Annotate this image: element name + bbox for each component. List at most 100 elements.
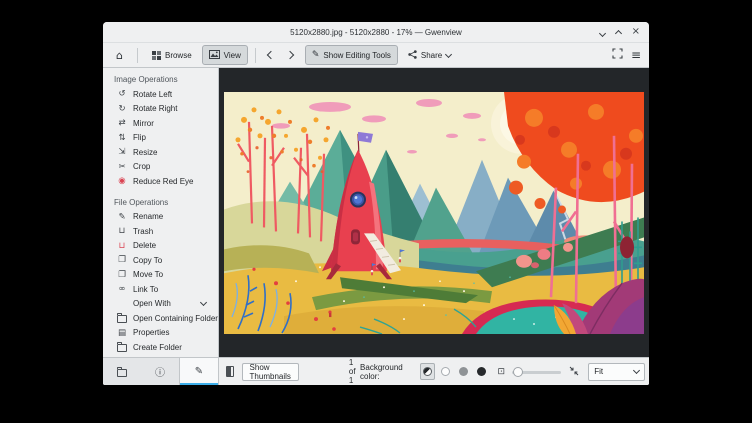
move-icon: ❐ (117, 270, 127, 280)
folder-icon (117, 369, 127, 377)
sidebar-item-crop[interactable]: ✂ Crop (103, 160, 218, 175)
chevron-down-icon (633, 367, 640, 374)
sidebar-item-flip[interactable]: ⇅ Flip (103, 131, 218, 146)
back-button[interactable] (263, 46, 279, 64)
minimize-button[interactable] (600, 23, 605, 41)
item-label: Crop (133, 162, 150, 171)
info-icon: ⓘ (155, 364, 165, 379)
zoom-fit-icon[interactable]: ⊡ (497, 367, 505, 377)
image-canvas (224, 92, 644, 334)
sidebar-item-open-containing-folder[interactable]: Open Containing Folder (103, 311, 218, 326)
item-label: Resize (133, 148, 157, 157)
sidebar-item-rotate-right[interactable]: ↻ Rotate Right (103, 102, 218, 117)
show-editing-tools-button[interactable]: ✎ Show Editing Tools (305, 45, 398, 65)
toggle-sidebar-button[interactable] (226, 366, 234, 377)
sidebar-tabbar: ⓘ ✎ (103, 358, 219, 385)
sidebar-item-copy-to[interactable]: ❐ Copy To (103, 253, 218, 268)
sidebar-item-open-with[interactable]: Open With (103, 297, 218, 312)
content-area: Image Operations ↺ Rotate Left ↻ Rotate … (103, 68, 649, 357)
item-label: Rotate Left (133, 90, 172, 99)
chevron-down-icon (445, 50, 452, 57)
sidebar-item-delete[interactable]: ⊔ Delete (103, 239, 218, 254)
close-button[interactable]: × (632, 27, 640, 37)
resize-icon: ⇲ (117, 147, 127, 157)
item-label: Create Folder (133, 343, 182, 352)
share-icon (408, 50, 417, 61)
share-label: Share (421, 51, 442, 60)
sidebar-item-mirror[interactable]: ⇄ Mirror (103, 116, 218, 131)
image-operations-header: Image Operations (103, 70, 218, 87)
bg-color-gray-button[interactable] (456, 363, 471, 380)
browse-button[interactable]: Browse (145, 45, 199, 65)
zoom-mode-select[interactable]: Fit (588, 363, 645, 381)
home-button[interactable]: ⌂ (109, 45, 130, 65)
sidebar-item-rename[interactable]: ✎ Rename (103, 210, 218, 225)
bg-color-light-button[interactable] (438, 363, 453, 380)
share-button[interactable]: Share (401, 45, 458, 65)
desktop: 5120x2880.jpg - 5120x2880 - 17% — Gwenvi… (0, 0, 752, 423)
sidebar-item-move-to[interactable]: ❐ Move To (103, 268, 218, 283)
rotate-right-icon: ↻ (117, 104, 127, 114)
trash-icon: ⊔ (117, 226, 127, 236)
image-view-icon (209, 50, 220, 61)
forward-button[interactable] (282, 46, 298, 64)
zoom-actual-size-icon[interactable] (569, 366, 579, 378)
gwenview-window: 5120x2880.jpg - 5120x2880 - 17% — Gwenvi… (103, 22, 649, 385)
fullscreen-button[interactable] (612, 46, 623, 64)
sidebar-item-rotate-left[interactable]: ↺ Rotate Left (103, 87, 218, 102)
zoom-slider[interactable] (512, 365, 561, 379)
mirror-icon: ⇄ (117, 118, 127, 128)
show-thumbnails-button[interactable]: Show Thumbnails (242, 363, 299, 381)
view-button[interactable]: View (202, 45, 248, 65)
crop-icon: ✂ (117, 162, 127, 172)
properties-icon: ▤ (117, 328, 127, 338)
image-counter: 1 of 1 (349, 358, 360, 385)
image-view-area[interactable] (219, 68, 649, 357)
sidebar-item-resize[interactable]: ⇲ Resize (103, 145, 218, 160)
operations-sidebar: Image Operations ↺ Rotate Left ↻ Rotate … (103, 68, 219, 357)
hamburger-menu-button[interactable]: ≡ (631, 50, 641, 60)
item-label: Open Containing Folder (133, 314, 218, 323)
light-color-swatch (441, 367, 450, 376)
zoom-slider-handle[interactable] (513, 367, 523, 377)
gray-color-swatch (459, 367, 468, 376)
sidebar-item-create-folder[interactable]: Create Folder (103, 340, 218, 355)
item-label: Link To (133, 285, 158, 294)
show-thumbnails-label: Show Thumbnails (250, 363, 291, 381)
item-label: Move To (133, 270, 163, 279)
rename-pencil-icon: ✎ (117, 212, 127, 222)
item-label: Trash (133, 227, 153, 236)
item-label: Rename (133, 212, 163, 221)
sidebar-item-reduce-red-eye[interactable]: ◉ Reduce Red Eye (103, 174, 218, 189)
tab-operations[interactable]: ✎ (179, 358, 218, 385)
item-label: Rotate Right (133, 104, 177, 113)
sidebar-item-link-to[interactable]: ∞ Link To (103, 282, 218, 297)
bg-color-dark-button[interactable] (474, 363, 489, 380)
link-icon: ∞ (117, 284, 127, 294)
rotate-left-icon: ↺ (117, 89, 127, 99)
flip-icon: ⇅ (117, 133, 127, 143)
auto-color-swatch (423, 367, 432, 376)
sidebar-item-trash[interactable]: ⊔ Trash (103, 224, 218, 239)
dark-color-swatch (477, 367, 486, 376)
window-title: 5120x2880.jpg - 5120x2880 - 17% — Gwenvi… (103, 28, 649, 37)
home-icon: ⌂ (116, 50, 123, 61)
browse-label: Browse (165, 51, 192, 60)
pencil-icon: ✎ (312, 51, 320, 60)
new-folder-icon (117, 344, 127, 352)
folder-icon (117, 315, 127, 323)
bg-color-auto-button[interactable] (420, 363, 435, 380)
item-label: Reduce Red Eye (133, 177, 193, 186)
tab-folders[interactable] (103, 358, 141, 385)
sidebar-item-properties[interactable]: ▤ Properties (103, 326, 218, 341)
titlebar[interactable]: 5120x2880.jpg - 5120x2880 - 17% — Gwenvi… (103, 22, 649, 43)
maximize-button[interactable] (616, 23, 621, 41)
bottom-bar: ⓘ ✎ Show Thumbnails 1 of 1 Background co… (103, 357, 649, 385)
item-label: Flip (133, 133, 146, 142)
item-label: Copy To (133, 256, 162, 265)
toolbar-separator (255, 48, 256, 63)
tab-information[interactable]: ⓘ (141, 358, 179, 385)
pencil-icon: ✎ (195, 366, 203, 377)
main-toolbar: ⌂ Browse View ✎ Show Editing Tools (103, 43, 649, 68)
item-label: Mirror (133, 119, 154, 128)
